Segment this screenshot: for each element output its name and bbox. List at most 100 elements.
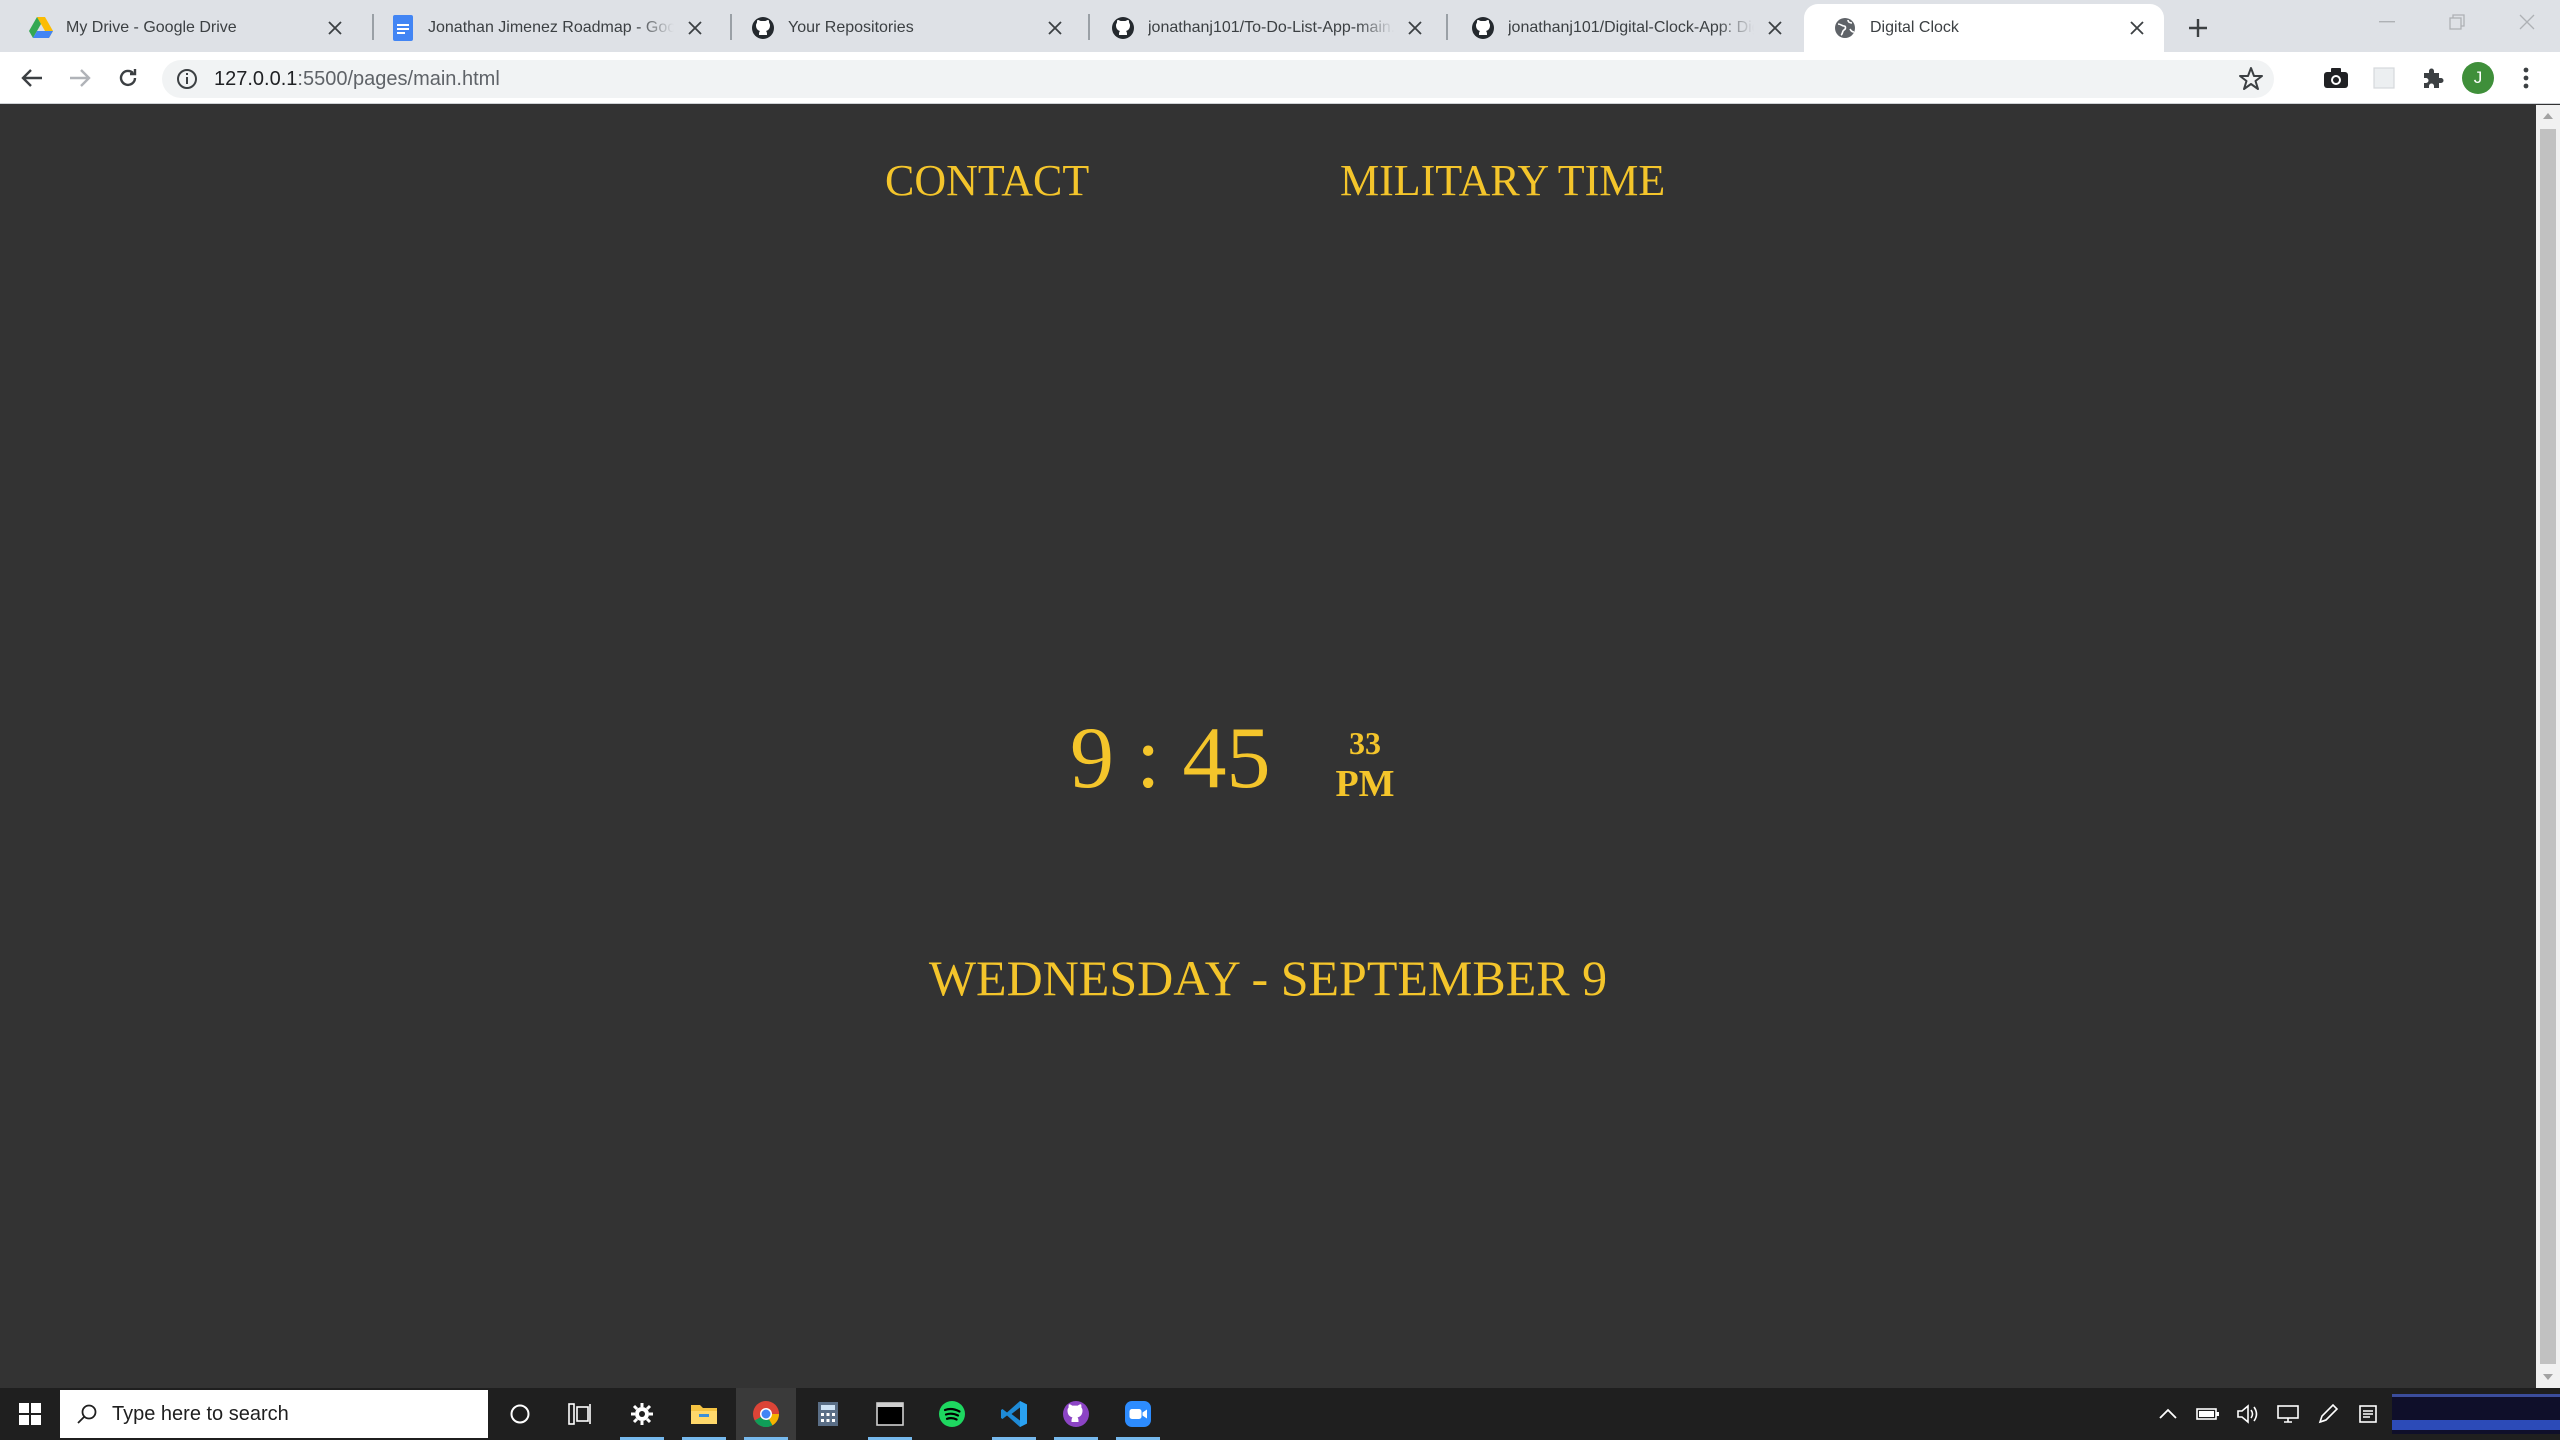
tab-title: jonathanj101/To-Do-List-App-main.html: [1148, 19, 1394, 36]
clock-side-panel: 33 PM: [1330, 727, 1400, 803]
screenshot-extension-button[interactable]: [2318, 60, 2354, 96]
extension-placeholder-icon: [2373, 67, 2395, 89]
restore-button[interactable]: [2422, 0, 2492, 44]
browser-menu-button[interactable]: [2508, 60, 2544, 96]
preview-bar: [2392, 1420, 2560, 1430]
tab-strip: My Drive - Google Drive Jonathan Jimenez…: [0, 0, 2560, 52]
tab-title: Your Repositories: [788, 19, 914, 36]
speaker-icon: [2237, 1404, 2258, 1424]
network-tray-button[interactable]: [2268, 1388, 2308, 1440]
file-explorer-icon: [691, 1405, 717, 1424]
github-icon: [750, 15, 776, 41]
puzzle-icon: [2424, 68, 2444, 88]
close-icon[interactable]: [1404, 17, 1426, 39]
settings-icon: [631, 1403, 653, 1425]
close-icon[interactable]: [1764, 17, 1786, 39]
minimize-button[interactable]: [2352, 0, 2422, 44]
cortana-button[interactable]: [490, 1388, 550, 1440]
tab-title: jonathanj101/Digital-Clock-App: Digital: [1508, 19, 1754, 36]
search-icon: [77, 1404, 97, 1424]
file-explorer-taskbar-button[interactable]: [674, 1388, 734, 1440]
clock-time: 9 : 45: [1070, 710, 1271, 807]
url-host: 127.0.0.1: [214, 68, 298, 90]
back-arrow-icon: [21, 69, 42, 87]
restore-icon: [2449, 14, 2465, 30]
tab-digital-clock[interactable]: Digital Clock: [1804, 4, 2164, 52]
more-vert-icon: [2523, 67, 2529, 89]
chrome-taskbar-button[interactable]: [736, 1388, 796, 1440]
task-view-button[interactable]: [550, 1388, 610, 1440]
forward-button[interactable]: [62, 60, 98, 96]
github-icon: [1470, 15, 1496, 41]
zoom-taskbar-button[interactable]: [1108, 1388, 1168, 1440]
vscode-taskbar-button[interactable]: [984, 1388, 1044, 1440]
start-button[interactable]: [0, 1388, 60, 1440]
github-desktop-taskbar-button[interactable]: [1046, 1388, 1106, 1440]
github-desktop-icon: [1063, 1401, 1089, 1427]
tab-title: Digital Clock: [1870, 19, 1959, 36]
google-drive-icon: [28, 15, 54, 41]
scroll-up-arrow-icon[interactable]: [2542, 111, 2554, 121]
volume-tray-button[interactable]: [2228, 1388, 2268, 1440]
contact-link[interactable]: CONTACT: [885, 155, 1089, 206]
military-time-link[interactable]: MILITARY TIME: [1340, 155, 1665, 206]
cortana-icon: [510, 1404, 530, 1424]
spotify-taskbar-button[interactable]: [922, 1388, 982, 1440]
close-icon[interactable]: [324, 17, 346, 39]
chevron-up-icon: [2159, 1408, 2177, 1419]
page-viewport: CONTACT MILITARY TIME 9 : 45 33 PM WEDNE…: [0, 105, 2536, 1388]
battery-icon: [2196, 1408, 2219, 1420]
profile-avatar[interactable]: J: [2462, 62, 2494, 94]
tray-overflow-button[interactable]: [2148, 1388, 2188, 1440]
bookmark-star-icon[interactable]: [2238, 66, 2264, 92]
calculator-taskbar-button[interactable]: [798, 1388, 858, 1440]
tab-title: My Drive - Google Drive: [66, 19, 237, 36]
tab-digital-clock-repo[interactable]: jonathanj101/Digital-Clock-App: Digital: [1442, 4, 1802, 52]
pen-icon: [2318, 1403, 2339, 1424]
vscode-icon: [1001, 1401, 1027, 1427]
chrome-icon: [753, 1401, 780, 1428]
back-button[interactable]: [14, 60, 50, 96]
window-close-button[interactable]: [2492, 0, 2560, 44]
terminal-icon: [876, 1402, 904, 1426]
windows-taskbar: Type here to search: [0, 1388, 2560, 1440]
close-icon[interactable]: [684, 17, 706, 39]
info-icon[interactable]: [176, 68, 198, 90]
pen-workspace-button[interactable]: [2308, 1388, 2348, 1440]
tab-google-drive[interactable]: My Drive - Google Drive: [0, 4, 362, 52]
reload-icon: [119, 69, 137, 87]
scroll-thumb[interactable]: [2540, 129, 2556, 1364]
tab-todo-list-app[interactable]: jonathanj101/To-Do-List-App-main.html: [1082, 4, 1442, 52]
close-icon[interactable]: [1044, 17, 1066, 39]
clock-seconds: 33: [1349, 725, 1381, 761]
tab-google-docs[interactable]: Jonathan Jimenez Roadmap - Google Docs: [362, 4, 722, 52]
task-view-icon: [568, 1403, 591, 1425]
clock-ampm: PM: [1335, 763, 1395, 805]
address-bar[interactable]: 127.0.0.1:5500/pages/main.html: [162, 60, 2274, 98]
taskbar-search-box[interactable]: Type here to search: [60, 1390, 488, 1438]
extension-button[interactable]: [2366, 60, 2402, 96]
tab-your-repositories[interactable]: Your Repositories: [722, 4, 1082, 52]
window-preview-thumbnail[interactable]: [2392, 1394, 2560, 1434]
battery-tray-button[interactable]: [2188, 1388, 2228, 1440]
page-scrollbar[interactable]: [2536, 105, 2560, 1388]
spotify-icon: [939, 1401, 965, 1427]
google-docs-icon: [390, 15, 416, 41]
url-path: :5500/pages/main.html: [297, 68, 500, 90]
globe-icon: [1832, 15, 1858, 41]
plus-icon: [2189, 19, 2207, 37]
close-icon[interactable]: [2126, 17, 2148, 39]
reload-button[interactable]: [110, 60, 146, 96]
search-placeholder: Type here to search: [112, 1402, 289, 1425]
extensions-menu-button[interactable]: [2414, 60, 2450, 96]
scroll-down-arrow-icon[interactable]: [2542, 1372, 2554, 1382]
camera-icon: [2324, 68, 2348, 88]
minimize-icon: [2379, 21, 2395, 23]
url-text[interactable]: 127.0.0.1:5500/pages/main.html: [214, 68, 500, 91]
settings-taskbar-button[interactable]: [612, 1388, 672, 1440]
github-icon: [1110, 15, 1136, 41]
action-center-button[interactable]: [2348, 1388, 2388, 1440]
browser-toolbar: 127.0.0.1:5500/pages/main.html J: [0, 52, 2560, 104]
terminal-taskbar-button[interactable]: [860, 1388, 920, 1440]
new-tab-button[interactable]: [2180, 10, 2216, 46]
